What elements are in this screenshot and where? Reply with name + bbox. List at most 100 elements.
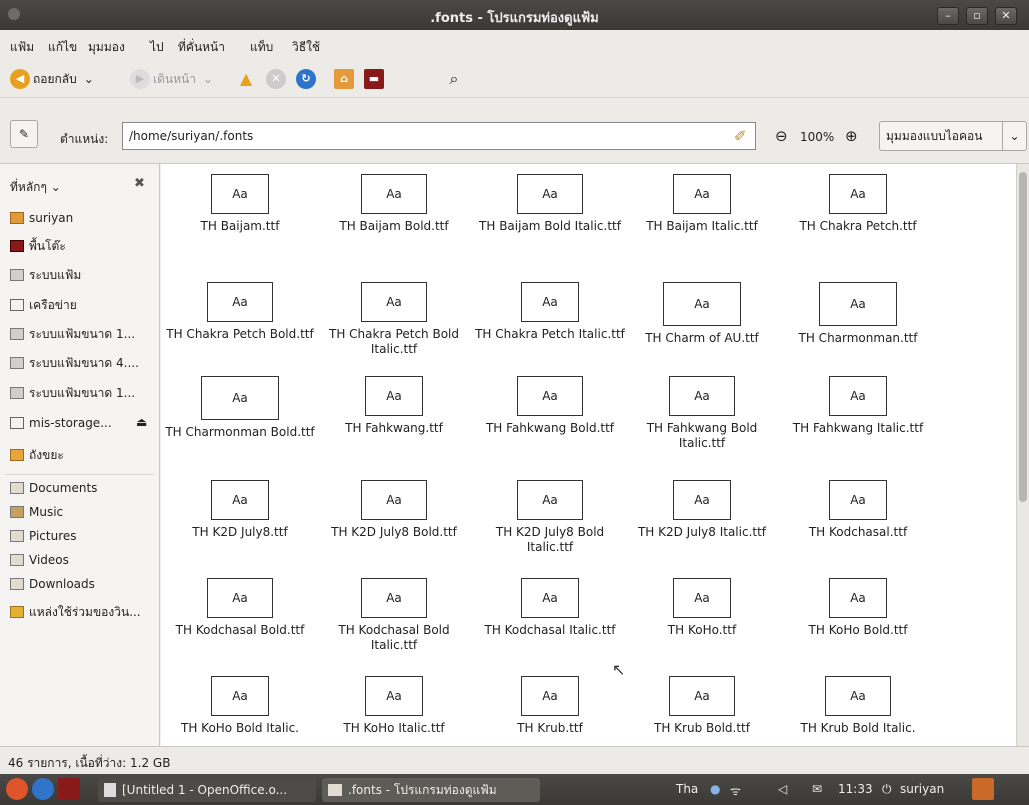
- font-file-item[interactable]: Aa TH K2D July8.ttf: [165, 480, 315, 540]
- sidebar-item[interactable]: ถังขยะ: [10, 445, 64, 465]
- clock[interactable]: 11:33: [838, 782, 873, 796]
- menu-file[interactable]: แฟ้ม: [10, 38, 34, 57]
- trash-applet-icon[interactable]: [972, 778, 994, 800]
- close-sidebar-icon[interactable]: ✖: [134, 176, 145, 191]
- search-button[interactable]: ⌕: [444, 68, 464, 90]
- menu-tabs[interactable]: แท็บ: [250, 38, 273, 57]
- font-file-item[interactable]: Aa TH Charmonman.ttf: [783, 282, 933, 346]
- font-file-item[interactable]: Aa TH Chakra Petch.ttf: [783, 174, 933, 234]
- font-sample: Aa: [542, 295, 558, 309]
- minimize-button[interactable]: –: [937, 7, 959, 25]
- font-file-item[interactable]: Aa TH Baijam Bold Italic.ttf: [475, 174, 625, 234]
- help-icon[interactable]: [32, 778, 54, 800]
- user-name[interactable]: suriyan: [900, 782, 944, 796]
- home-button[interactable]: ⌂: [334, 68, 354, 90]
- sidebar-bookmark[interactable]: Pictures: [10, 526, 77, 546]
- zoom-level[interactable]: 100%: [800, 130, 834, 144]
- sidebar-item[interactable]: mis-storage...: [10, 413, 112, 433]
- file-name: TH KoHo Bold.ttf: [808, 623, 908, 637]
- task-file-browser[interactable]: .fonts - โปรแกรมท่องดูแฟ้ม: [322, 778, 540, 802]
- keyboard-layout-indicator[interactable]: Tha: [676, 782, 698, 796]
- font-file-item[interactable]: Aa TH KoHo Bold.ttf: [783, 578, 933, 638]
- ubuntu-menu-icon[interactable]: [6, 778, 28, 800]
- sidebar-item[interactable]: พื้นโต๊ะ: [10, 236, 66, 256]
- file-name: TH Kodchasal Bold Italic.ttf: [338, 623, 450, 652]
- back-button[interactable]: ◀ ถอยกลับ ⌄: [10, 68, 94, 90]
- clear-location-icon[interactable]: ✐: [734, 127, 747, 145]
- font-file-item[interactable]: Aa TH Kodchasal Italic.ttf: [475, 578, 625, 638]
- power-icon[interactable]: ⏻: [882, 782, 892, 797]
- maximize-button[interactable]: ▫: [966, 7, 988, 25]
- file-name: TH Fahkwang Italic.ttf: [792, 421, 924, 435]
- mail-icon[interactable]: ✉: [812, 782, 822, 796]
- sidebar-item[interactable]: เครือข่าย: [10, 295, 77, 315]
- font-file-item[interactable]: Aa TH Krub Bold.ttf: [627, 676, 777, 736]
- font-file-item[interactable]: Aa TH Fahkwang Italic.ttf: [783, 376, 933, 436]
- share-icon: [10, 606, 24, 618]
- computer-button[interactable]: ▬: [364, 68, 384, 90]
- menu-view[interactable]: มุมมอง: [88, 38, 125, 57]
- zoom-in-icon[interactable]: ⊕: [845, 127, 858, 145]
- menu-go[interactable]: ไป: [150, 38, 164, 57]
- menu-bookmarks[interactable]: ที่คั่นหน้า: [178, 38, 225, 57]
- forward-button[interactable]: ▶ เดินหน้า ⌄: [130, 68, 213, 90]
- font-file-item[interactable]: Aa TH Fahkwang.ttf: [319, 376, 469, 436]
- font-file-item[interactable]: Aa TH Baijam Bold.ttf: [319, 174, 469, 234]
- content-scrollbar[interactable]: [1016, 164, 1029, 746]
- font-file-item[interactable]: Aa TH Chakra Petch Italic.ttf: [475, 282, 625, 342]
- font-file-item[interactable]: Aa TH Kodchasal.ttf: [783, 480, 933, 540]
- font-file-item[interactable]: Aa TH Fahkwang Bold Italic.ttf: [627, 376, 777, 451]
- font-file-item[interactable]: Aa TH K2D July8 Italic.ttf: [627, 480, 777, 540]
- font-file-item[interactable]: Aa TH KoHo Bold Italic.: [165, 676, 315, 736]
- zoom-out-icon[interactable]: ⊖: [775, 127, 788, 145]
- forward-dropdown-icon[interactable]: ⌄: [203, 72, 213, 86]
- close-button[interactable]: ✕: [995, 7, 1017, 25]
- file-icon-view[interactable]: Aa TH Baijam.ttf Aa TH Baijam Bold.ttf Aa TH …: [161, 164, 1016, 746]
- font-file-item[interactable]: Aa TH KoHo.ttf: [627, 578, 777, 638]
- task-openoffice[interactable]: [Untitled 1 - OpenOffice.o...: [98, 778, 316, 802]
- font-file-item[interactable]: Aa TH Chakra Petch Bold.ttf: [165, 282, 315, 342]
- font-file-item[interactable]: Aa TH Chakra Petch Bold Italic.ttf: [319, 282, 469, 357]
- menu-help[interactable]: วิธีใช้: [292, 38, 320, 57]
- back-dropdown-icon[interactable]: ⌄: [84, 72, 94, 86]
- sidebar-item[interactable]: ระบบแฟ้มขนาด 1...: [10, 383, 135, 403]
- user-status-icon[interactable]: ●: [710, 782, 720, 796]
- reload-button[interactable]: ↻: [296, 68, 316, 90]
- font-file-item[interactable]: Aa TH Charm of AU.ttf: [627, 282, 777, 346]
- up-button[interactable]: ▲: [236, 68, 256, 90]
- scrollbar-thumb[interactable]: [1019, 172, 1027, 502]
- sidebar-header[interactable]: ที่หลักๆ ⌄: [10, 178, 61, 197]
- network-icon[interactable]: ᯤ: [730, 782, 741, 799]
- sidebar-bookmark[interactable]: แหล่งใช้ร่วมของวิน...: [10, 602, 141, 622]
- font-sample: Aa: [542, 187, 558, 201]
- font-file-item[interactable]: Aa TH Baijam Italic.ttf: [627, 174, 777, 234]
- volume-icon[interactable]: ◁: [778, 782, 787, 796]
- font-file-item[interactable]: Aa TH K2D July8 Bold Italic.ttf: [475, 480, 625, 555]
- view-mode-select[interactable]: มุมมองแบบไอคอน ⌄: [879, 121, 1027, 151]
- sidebar-bookmark[interactable]: Downloads: [10, 574, 95, 594]
- font-file-item[interactable]: Aa TH Kodchasal Bold Italic.ttf: [319, 578, 469, 653]
- sidebar-bookmark[interactable]: Documents: [10, 478, 97, 498]
- sidebar-bookmark[interactable]: Videos: [10, 550, 69, 570]
- sidebar-item[interactable]: ระบบแฟ้ม: [10, 265, 81, 285]
- font-file-item[interactable]: Aa TH Charmonman Bold.ttf: [165, 376, 315, 440]
- toggle-location-button[interactable]: ✎: [10, 120, 38, 148]
- sidebar-bookmark[interactable]: Music: [10, 502, 63, 522]
- sidebar-item[interactable]: ระบบแฟ้มขนาด 4....: [10, 353, 139, 373]
- font-file-item[interactable]: Aa TH Krub.ttf: [475, 676, 625, 736]
- menu-edit[interactable]: แก้ไข: [48, 38, 77, 57]
- font-file-item[interactable]: Aa TH Kodchasal Bold.ttf: [165, 578, 315, 638]
- show-desktop-icon[interactable]: [58, 778, 80, 800]
- font-file-item[interactable]: Aa TH Krub Bold Italic.: [783, 676, 933, 736]
- font-file-item[interactable]: Aa TH KoHo Italic.ttf: [319, 676, 469, 736]
- sidebar-item[interactable]: ระบบแฟ้มขนาด 1...: [10, 324, 135, 344]
- window-titlebar[interactable]: .fonts - โปรแกรมท่องดูแฟ้ม – ▫ ✕: [0, 0, 1029, 30]
- location-input[interactable]: /home/suriyan/.fonts: [122, 122, 756, 150]
- sidebar-item[interactable]: suriyan: [10, 208, 73, 228]
- sidebar-bookmark-label: Downloads: [29, 577, 95, 591]
- eject-icon[interactable]: ⏏: [136, 415, 147, 429]
- font-file-item[interactable]: Aa TH K2D July8 Bold.ttf: [319, 480, 469, 540]
- font-file-item[interactable]: Aa TH Fahkwang Bold.ttf: [475, 376, 625, 436]
- stop-button[interactable]: ✕: [266, 68, 286, 90]
- font-file-item[interactable]: Aa TH Baijam.ttf: [165, 174, 315, 234]
